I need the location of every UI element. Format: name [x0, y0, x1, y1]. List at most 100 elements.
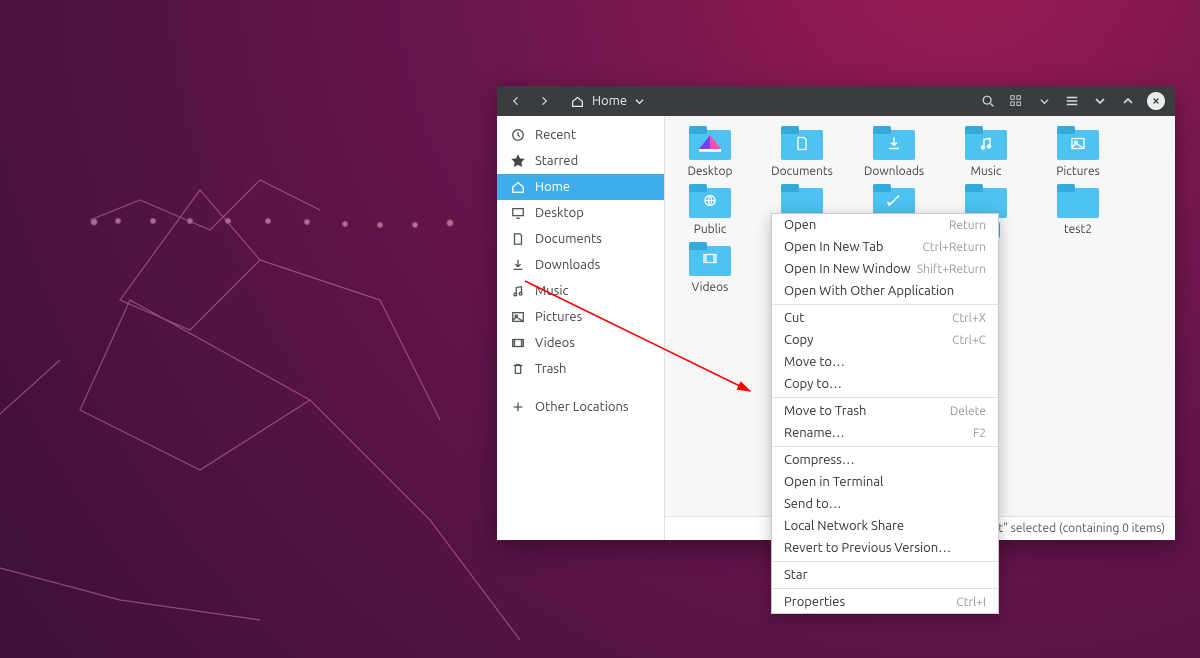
cm-move-to[interactable]: Move to… — [772, 351, 998, 373]
nav-forward-button[interactable] — [535, 92, 553, 110]
sidebar-item-downloads[interactable]: Downloads — [497, 252, 664, 278]
hamburger-menu-button[interactable] — [1063, 92, 1081, 110]
star-icon — [511, 154, 525, 168]
cm-revert[interactable]: Revert to Previous Version… — [772, 537, 998, 559]
cm-accel: Ctrl+Return — [922, 241, 986, 254]
home-icon — [571, 95, 584, 108]
cm-copy-to[interactable]: Copy to… — [772, 373, 998, 395]
folder-documents[interactable]: Documents — [771, 126, 833, 180]
path-segment-home[interactable]: Home — [592, 94, 627, 108]
folder-label: test2 — [1061, 222, 1095, 238]
cm-compress[interactable]: Compress… — [772, 449, 998, 471]
sidebar-item-label: Downloads — [535, 258, 600, 272]
cm-label: Local Network Share — [784, 519, 904, 533]
folder-downloads[interactable]: Downloads — [863, 126, 925, 180]
cm-star[interactable]: Star — [772, 564, 998, 586]
cm-label: Revert to Previous Version… — [784, 541, 951, 555]
cm-separator — [772, 446, 998, 447]
sidebar-item-desktop[interactable]: Desktop — [497, 200, 664, 226]
cm-accel: Shift+Return — [917, 263, 986, 276]
cm-accel: Ctrl+X — [952, 312, 986, 325]
folder-icon — [781, 126, 823, 160]
folder-icon — [689, 126, 731, 160]
status-text: "test" selected (containing 0 items) — [977, 522, 1165, 535]
window-minimize-button[interactable] — [1091, 92, 1109, 110]
sidebar-item-music[interactable]: Music — [497, 278, 664, 304]
sidebar-item-videos[interactable]: Videos — [497, 330, 664, 356]
cm-open-with[interactable]: Open With Other Application — [772, 280, 998, 302]
cm-separator — [772, 397, 998, 398]
cm-label: Rename… — [784, 426, 845, 440]
folder-desktop[interactable]: Desktop — [679, 126, 741, 180]
folder-label: Public — [691, 222, 730, 238]
sidebar-item-pictures[interactable]: Pictures — [497, 304, 664, 330]
cm-cut[interactable]: Cut Ctrl+X — [772, 307, 998, 329]
music-icon — [511, 284, 525, 298]
cm-accel: Ctrl+C — [952, 334, 986, 347]
folder-icon — [689, 184, 731, 218]
cm-open-new-window[interactable]: Open In New Window Shift+Return — [772, 258, 998, 280]
cm-label: Copy to… — [784, 377, 842, 391]
search-button[interactable] — [979, 92, 997, 110]
folder-label: Music — [968, 164, 1005, 180]
sidebar-item-documents[interactable]: Documents — [497, 226, 664, 252]
window-maximize-button[interactable] — [1119, 92, 1137, 110]
cm-local-share[interactable]: Local Network Share — [772, 515, 998, 537]
folder-icon — [873, 126, 915, 160]
videos-icon — [511, 336, 525, 350]
grid-view-icon — [1009, 94, 1023, 108]
close-icon — [1152, 97, 1160, 105]
folder-label: Pictures — [1053, 164, 1103, 180]
cm-rename[interactable]: Rename… F2 — [772, 422, 998, 444]
sidebar-item-label: Videos — [535, 336, 575, 350]
cm-accel: Ctrl+I — [956, 596, 986, 609]
sidebar-item-label: Music — [535, 284, 569, 298]
sidebar-item-home[interactable]: Home — [497, 174, 664, 200]
sidebar-item-other-locations[interactable]: Other Locations — [497, 394, 664, 420]
cm-accel: F2 — [973, 427, 986, 440]
folder-icon — [1057, 126, 1099, 160]
folder-pictures[interactable]: Pictures — [1047, 126, 1109, 180]
sidebar-item-label: Pictures — [535, 310, 582, 324]
context-menu: Open Return Open In New Tab Ctrl+Return … — [771, 213, 999, 614]
desktop-icon — [511, 206, 525, 220]
folder-public[interactable]: Public — [679, 184, 741, 238]
view-options-dropdown[interactable] — [1035, 92, 1053, 110]
sidebar-item-trash[interactable]: Trash — [497, 356, 664, 382]
cm-open-terminal[interactable]: Open in Terminal — [772, 471, 998, 493]
folder-music[interactable]: Music — [955, 126, 1017, 180]
folder-videos[interactable]: Videos — [679, 242, 741, 310]
sidebar-item-label: Recent — [535, 128, 576, 142]
cm-label: Open — [784, 218, 816, 232]
cm-move-to-trash[interactable]: Move to Trash Delete — [772, 400, 998, 422]
sidebar-item-label: Documents — [535, 232, 602, 246]
hamburger-icon — [1065, 94, 1079, 108]
headerbar: Home — [497, 86, 1175, 116]
cm-open-new-tab[interactable]: Open In New Tab Ctrl+Return — [772, 236, 998, 258]
sidebar-item-recent[interactable]: Recent — [497, 122, 664, 148]
path-dropdown-icon[interactable] — [635, 97, 644, 106]
documents-icon — [511, 232, 525, 246]
trash-icon — [511, 362, 525, 376]
folder-icon — [1057, 184, 1099, 218]
sidebar-item-label: Starred — [535, 154, 578, 168]
plus-icon — [511, 400, 525, 414]
nav-back-button[interactable] — [507, 92, 525, 110]
cm-open[interactable]: Open Return — [772, 214, 998, 236]
folder-test2[interactable]: test2 — [1047, 184, 1109, 238]
cm-send-to[interactable]: Send to… — [772, 493, 998, 515]
view-mode-button[interactable] — [1007, 92, 1025, 110]
cm-label: Move to Trash — [784, 404, 866, 418]
sidebar-item-starred[interactable]: Starred — [497, 148, 664, 174]
cm-copy[interactable]: Copy Ctrl+C — [772, 329, 998, 351]
cm-properties[interactable]: Properties Ctrl+I — [772, 591, 998, 613]
path-bar[interactable]: Home — [563, 90, 652, 112]
folder-label: Desktop — [684, 164, 735, 180]
cm-label: Send to… — [784, 497, 842, 511]
chevron-up-icon — [1123, 96, 1133, 106]
cm-label: Move to… — [784, 355, 845, 369]
places-sidebar: Recent Starred Home Desktop Documents Do… — [497, 116, 665, 540]
cm-separator — [772, 561, 998, 562]
cm-label: Copy — [784, 333, 813, 347]
window-close-button[interactable] — [1147, 92, 1165, 110]
